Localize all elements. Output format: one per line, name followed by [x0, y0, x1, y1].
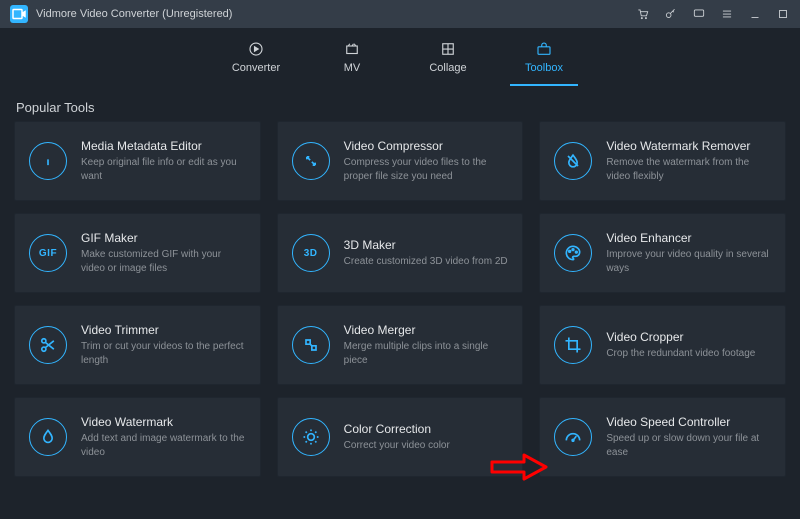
feedback-icon[interactable] [692, 7, 706, 21]
three-d-icon: 3D [292, 234, 330, 272]
tool-video-watermark-remover[interactable]: Video Watermark Remover Remove the water… [539, 121, 786, 201]
tool-video-merger[interactable]: Video Merger Merge multiple clips into a… [277, 305, 524, 385]
tool-desc: Compress your video files to the proper … [344, 156, 509, 183]
main-tabs: Converter MV Collage Toolbox [0, 28, 800, 88]
tool-title: Video Watermark [81, 415, 246, 429]
tab-collage[interactable]: Collage [414, 36, 482, 80]
tab-mv[interactable]: MV [318, 36, 386, 80]
info-icon [29, 142, 67, 180]
tool-desc: Remove the watermark from the video flex… [606, 156, 771, 183]
tool-desc: Improve your video quality in several wa… [606, 248, 771, 275]
tab-converter[interactable]: Converter [222, 36, 290, 80]
maximize-icon[interactable] [776, 7, 790, 21]
tool-title: Media Metadata Editor [81, 139, 246, 153]
tab-label: Toolbox [525, 62, 563, 74]
tool-desc: Speed up or slow down your file at ease [606, 432, 771, 459]
tool-desc: Merge multiple clips into a single piece [344, 340, 509, 367]
tool-title: GIF Maker [81, 231, 246, 245]
tool-video-trimmer[interactable]: Video Trimmer Trim or cut your videos to… [14, 305, 261, 385]
tool-title: 3D Maker [344, 238, 508, 252]
merge-icon [292, 326, 330, 364]
tool-title: Video Compressor [344, 139, 509, 153]
menu-icon[interactable] [720, 7, 734, 21]
gif-icon: GIF [29, 234, 67, 272]
tool-title: Video Enhancer [606, 231, 771, 245]
tab-toolbox[interactable]: Toolbox [510, 36, 578, 80]
tools-grid: Media Metadata Editor Keep original file… [0, 121, 800, 491]
brightness-icon [292, 418, 330, 456]
tool-video-enhancer[interactable]: Video Enhancer Improve your video qualit… [539, 213, 786, 293]
tool-desc: Create customized 3D video from 2D [344, 255, 508, 269]
tool-title: Video Merger [344, 323, 509, 337]
tool-desc: Crop the redundant video footage [606, 347, 755, 361]
app-logo-icon [10, 5, 28, 23]
minimize-icon[interactable] [748, 7, 762, 21]
tool-title: Video Trimmer [81, 323, 246, 337]
title-bar: Vidmore Video Converter (Unregistered) [0, 0, 800, 28]
tool-title: Color Correction [344, 422, 450, 436]
palette-icon [554, 234, 592, 272]
no-drop-icon [554, 142, 592, 180]
tool-desc: Correct your video color [344, 439, 450, 453]
tab-label: Collage [429, 62, 466, 74]
cart-icon[interactable] [636, 7, 650, 21]
drop-icon [29, 418, 67, 456]
tool-title: Video Watermark Remover [606, 139, 771, 153]
window-title: Vidmore Video Converter (Unregistered) [36, 8, 232, 20]
tool-title: Video Cropper [606, 330, 755, 344]
tool-gif-maker[interactable]: GIF GIF Maker Make customized GIF with y… [14, 213, 261, 293]
tool-color-correction[interactable]: Color Correction Correct your video colo… [277, 397, 524, 477]
tool-video-speed-controller[interactable]: Video Speed Controller Speed up or slow … [539, 397, 786, 477]
tool-media-metadata-editor[interactable]: Media Metadata Editor Keep original file… [14, 121, 261, 201]
tool-3d-maker[interactable]: 3D 3D Maker Create customized 3D video f… [277, 213, 524, 293]
gauge-icon [554, 418, 592, 456]
crop-icon [554, 326, 592, 364]
compress-icon [292, 142, 330, 180]
tool-video-compressor[interactable]: Video Compressor Compress your video fil… [277, 121, 524, 201]
tool-desc: Add text and image watermark to the vide… [81, 432, 246, 459]
scissors-icon [29, 326, 67, 364]
tool-desc: Make customized GIF with your video or i… [81, 248, 246, 275]
tool-desc: Keep original file info or edit as you w… [81, 156, 246, 183]
tool-video-watermark[interactable]: Video Watermark Add text and image water… [14, 397, 261, 477]
tab-label: MV [344, 62, 361, 74]
section-popular-tools: Popular Tools [0, 88, 800, 121]
key-icon[interactable] [664, 7, 678, 21]
tool-desc: Trim or cut your videos to the perfect l… [81, 340, 246, 367]
tool-title: Video Speed Controller [606, 415, 771, 429]
tab-label: Converter [232, 62, 280, 74]
tool-video-cropper[interactable]: Video Cropper Crop the redundant video f… [539, 305, 786, 385]
